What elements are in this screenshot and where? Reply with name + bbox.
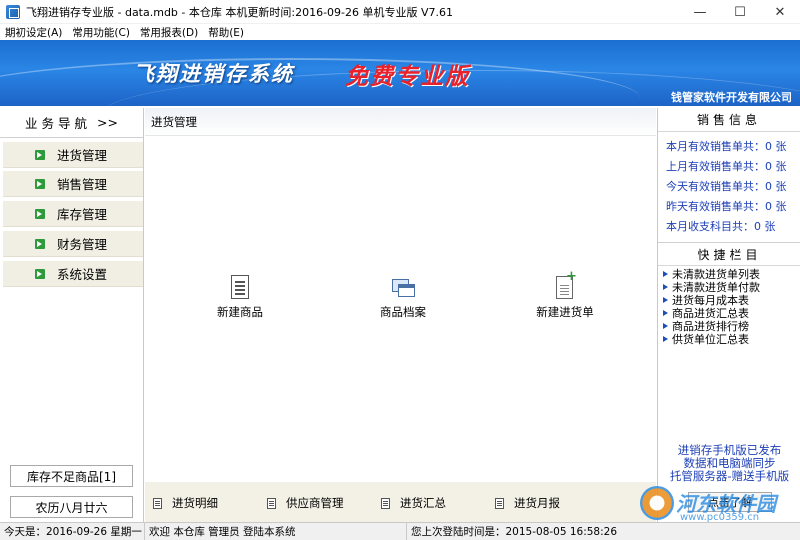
green-arrow-icon	[35, 268, 45, 279]
purchase-detail-link[interactable]: 进货明细	[153, 495, 218, 511]
nav-item-label: 销售管理	[57, 177, 108, 192]
green-arrow-icon	[35, 149, 45, 160]
menu-opening-setup[interactable]: 期初设定(A)	[0, 25, 67, 40]
action-label: 新建商品	[217, 305, 263, 319]
app-icon	[6, 4, 20, 19]
mobile-promo[interactable]: 进销存手机版已发布 数据和电脑端同步 托管服务器-赠送手机版	[658, 444, 800, 483]
company-name: 钱管家软件开发有限公司	[671, 91, 792, 104]
action-label: 新建进货单	[536, 305, 594, 319]
arrow-icon	[663, 271, 668, 277]
nav-item-label: 库存管理	[57, 207, 108, 222]
supplier-management-link[interactable]: 供应商管理	[267, 495, 344, 511]
document-icon	[495, 497, 504, 509]
title-bar: 飞翔进销存专业版 - data.mdb - 本仓库 本机更新时间:2016-09…	[0, 0, 800, 24]
nav-item-settings[interactable]: 系统设置	[3, 261, 143, 287]
low-stock-button[interactable]: 库存不足商品[1]	[10, 465, 133, 487]
link-label: 进货汇总	[400, 496, 446, 510]
link-label: 进货月报	[514, 496, 560, 510]
maximize-button[interactable]: ☐	[720, 0, 760, 24]
windows-icon	[390, 274, 416, 300]
nav-item-label: 进货管理	[57, 148, 108, 163]
status-today: 今天是：2016-09-26 星期一	[0, 522, 145, 540]
info-panel: 销售信息 本月有效销售单共：0 张 上月有效销售单共：0 张 今天有效销售单共：…	[657, 108, 800, 522]
system-title: 飞翔进销存系统	[133, 61, 294, 86]
document-icon	[267, 497, 276, 509]
banner: 飞翔进销存系统 免费专业版 钱管家软件开发有限公司	[0, 40, 800, 106]
purchase-monthly-link[interactable]: 进货月报	[495, 495, 560, 511]
status-last-login: 您上次登陆时间是：2015-08-05 16:58:26	[411, 526, 618, 538]
sales-stat-this-month[interactable]: 本月有效销售单共：0 张	[666, 138, 787, 154]
minimize-button[interactable]: —	[680, 0, 720, 24]
nav-item-label: 系统设置	[57, 267, 108, 282]
nav-item-finance[interactable]: 财务管理	[3, 231, 143, 257]
sales-stat-yesterday[interactable]: 昨天有效销售单共：0 张	[666, 198, 787, 214]
arrow-icon	[663, 323, 668, 329]
arrow-icon	[663, 297, 668, 303]
document-icon	[153, 497, 162, 509]
quick-links-header: 快捷栏目	[658, 242, 800, 266]
sales-stat-last-month[interactable]: 上月有效销售单共：0 张	[666, 158, 787, 174]
menu-bar: 期初设定(A) 常用功能(C) 常用报表(D) 帮助(E)	[0, 24, 800, 40]
nav-item-purchase[interactable]: 进货管理	[3, 142, 143, 168]
edition-title: 免费专业版	[345, 63, 470, 90]
nav-item-inventory[interactable]: 库存管理	[3, 201, 143, 227]
sales-stat-today[interactable]: 今天有效销售单共：0 张	[666, 178, 787, 194]
learn-more-button[interactable]: 点击了解	[688, 492, 772, 512]
status-welcome: 欢迎 本仓库 管理员 登陆本系统	[145, 522, 407, 540]
lunar-date-button[interactable]: 农历八月廿六	[10, 496, 133, 518]
quick-links-strip: 进货明细 供应商管理 进货汇总 进货月报	[145, 482, 656, 522]
green-arrow-icon	[35, 208, 45, 219]
document-icon	[227, 274, 253, 300]
menu-common-functions[interactable]: 常用功能(C)	[67, 25, 135, 40]
menu-common-reports[interactable]: 常用报表(D)	[135, 25, 203, 40]
arrow-icon	[663, 336, 668, 342]
window-controls: — ☐ ✕	[680, 0, 800, 24]
new-product-action[interactable]: 新建商品	[200, 274, 280, 320]
panel-title: 进货管理	[145, 108, 656, 136]
sales-info-header: 销售信息	[658, 108, 800, 132]
main-panel: 进货管理 新建商品 商品档案 + 新建进货单 进货明细 供应商管理 进货汇总 进…	[145, 108, 656, 522]
purchase-summary-link[interactable]: 进货汇总	[381, 495, 446, 511]
product-archive-action[interactable]: 商品档案	[363, 274, 443, 320]
green-arrow-icon	[35, 178, 45, 189]
window-title: 飞翔进销存专业版 - data.mdb - 本仓库 本机更新时间:2016-09…	[26, 5, 454, 19]
nav-header-label: 业务导航	[25, 116, 92, 131]
menu-help[interactable]: 帮助(E)	[203, 25, 249, 40]
new-purchase-order-action[interactable]: + 新建进货单	[525, 270, 605, 320]
close-button[interactable]: ✕	[760, 0, 800, 24]
arrow-icon	[663, 284, 668, 290]
new-document-icon: +	[552, 270, 578, 300]
green-arrow-icon	[35, 238, 45, 249]
document-icon	[381, 497, 390, 509]
promo-line: 托管服务器-赠送手机版	[669, 469, 790, 483]
link-label: 供应商管理	[286, 496, 344, 510]
status-bar: 今天是：2016-09-26 星期一 欢迎 本仓库 管理员 登陆本系统 您上次登…	[0, 522, 800, 540]
business-nav-sidebar: 业务导航 >> 进货管理 销售管理 库存管理 财务管理 系统设置 库存不足商品[…	[0, 108, 144, 522]
quick-item-label: 供货单位汇总表	[672, 333, 749, 346]
quick-item[interactable]: 供货单位汇总表	[663, 331, 749, 347]
income-expense-stat[interactable]: 本月收支科目共：0 张	[666, 218, 776, 234]
nav-item-label: 财务管理	[57, 237, 108, 252]
arrow-icon	[663, 310, 668, 316]
collapse-arrows-icon[interactable]: >>	[97, 115, 118, 130]
action-label: 商品档案	[380, 305, 426, 319]
link-label: 进货明细	[172, 496, 218, 510]
nav-header[interactable]: 业务导航 >>	[0, 108, 143, 138]
nav-item-sales[interactable]: 销售管理	[3, 171, 143, 197]
